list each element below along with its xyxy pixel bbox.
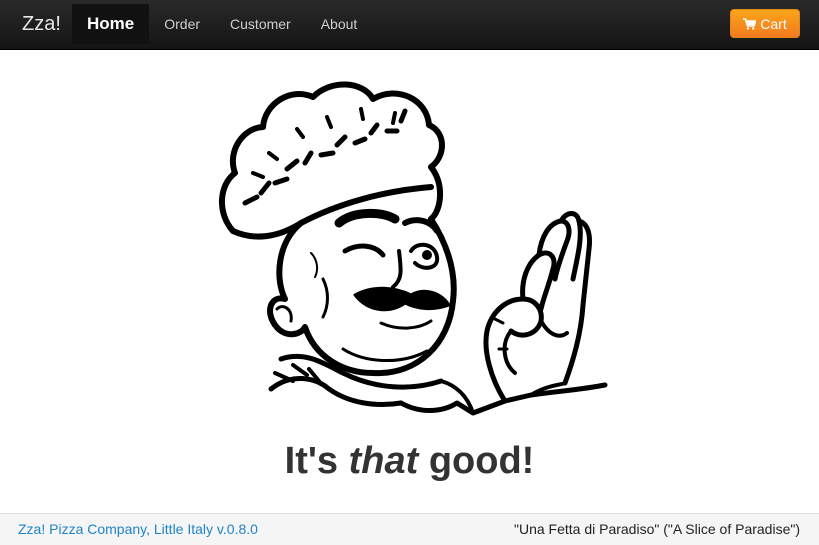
- footer-motto: "Una Fetta di Paradiso" ("A Slice of Par…: [513, 521, 800, 537]
- nav-item-home[interactable]: Home: [72, 4, 150, 44]
- tagline-emphasis: that: [348, 440, 419, 482]
- footer: Zza! Pizza Company, Little Italy v.0.8.0…: [0, 513, 819, 545]
- footer-company-link[interactable]: Zza! Pizza Company, Little Italy v.0.8.0: [18, 521, 258, 537]
- cart-label: Cart: [760, 15, 787, 32]
- cart-icon: [743, 17, 757, 30]
- navbar: Zza! Home Order Customer About Cart: [0, 0, 819, 50]
- brand-logo[interactable]: Zza!: [22, 12, 61, 36]
- tagline-end: good!: [428, 440, 535, 482]
- nav-item-about[interactable]: About: [306, 4, 373, 44]
- main-nav: Home Order Customer About: [72, 4, 372, 44]
- cart-button[interactable]: Cart: [730, 9, 800, 38]
- nav-item-order[interactable]: Order: [149, 4, 215, 44]
- nav-item-customer[interactable]: Customer: [215, 4, 306, 44]
- tagline-start: It's: [284, 440, 339, 482]
- hero-tagline: It's that good!: [0, 440, 819, 483]
- chef-illustration: [218, 81, 608, 416]
